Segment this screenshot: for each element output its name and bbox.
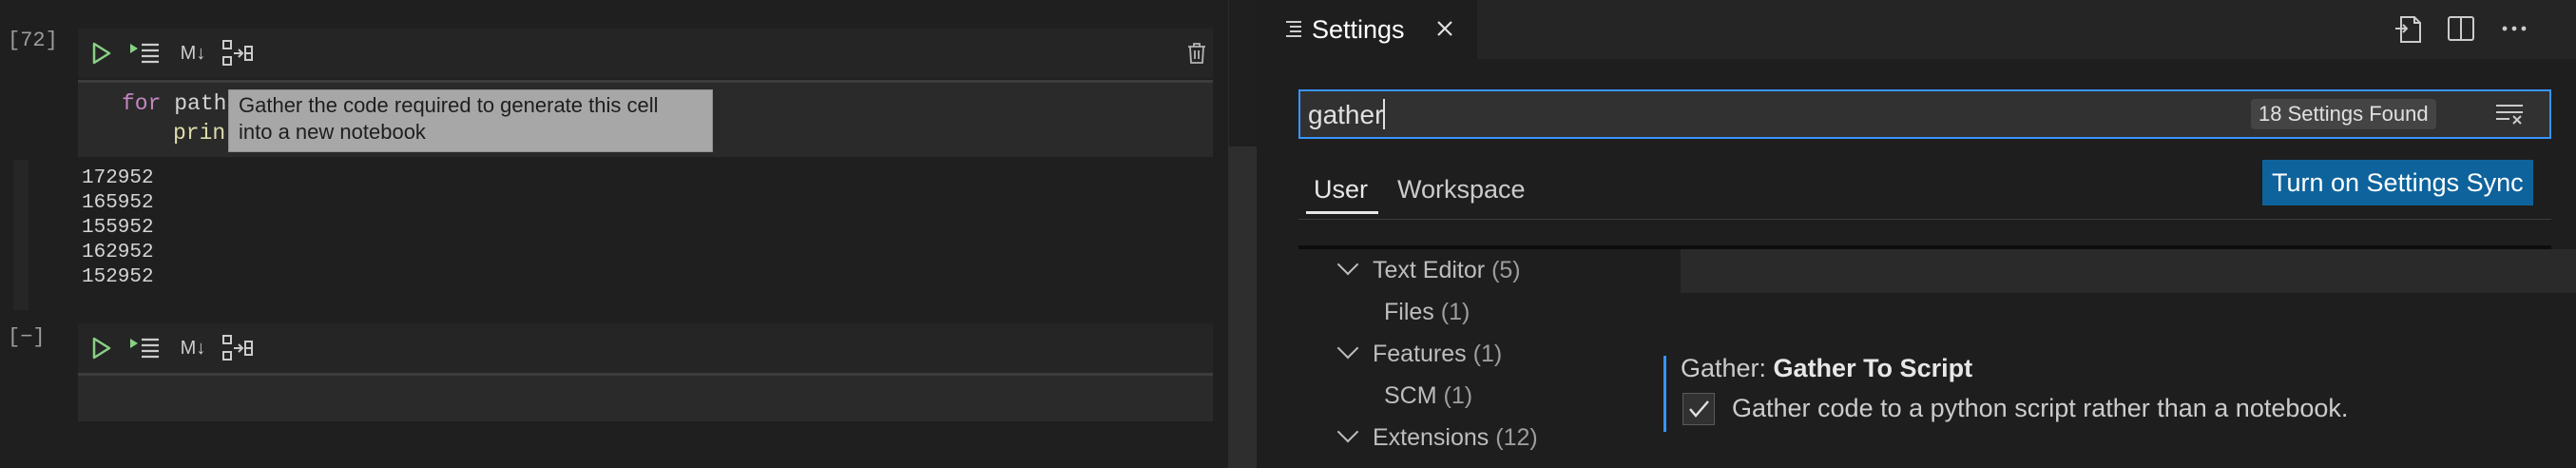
trash-icon[interactable]	[1182, 40, 1211, 67]
settings-list-header-bar	[1681, 249, 2576, 293]
settings-search-input[interactable]: gather 18 Settings Found	[1298, 89, 2551, 139]
chevron-down-icon	[1336, 420, 1359, 443]
setting-description: Gather code to a python script rather th…	[1732, 394, 2349, 422]
code-line-1: for path	[122, 91, 227, 116]
tab-workspace[interactable]: Workspace	[1397, 175, 1526, 205]
setting-focus-indicator	[1663, 356, 1666, 432]
settings-found-badge: 18 Settings Found	[2251, 99, 2436, 129]
toc-item-features[interactable]: Features (1)	[1336, 337, 1502, 368]
tab-settings[interactable]: Settings	[1257, 0, 1477, 59]
code-editor[interactable]	[78, 373, 1213, 421]
cell-toolbar: M↓	[78, 323, 1213, 373]
cell-toolbar: M↓	[78, 29, 1213, 78]
gather-icon[interactable]	[221, 335, 255, 361]
output-collapse-bar[interactable]	[13, 160, 29, 310]
scrollbar-thumb[interactable]	[1228, 146, 1257, 468]
close-icon[interactable]	[1435, 19, 1454, 43]
output-line: 155952	[82, 217, 154, 239]
toc-item-files[interactable]: Files (1)	[1384, 299, 1470, 326]
chevron-down-icon	[1336, 253, 1359, 276]
run-by-line-icon[interactable]	[127, 335, 162, 361]
settings-list-icon	[1285, 19, 1302, 43]
clear-search-icon[interactable]	[2494, 103, 2525, 130]
setting-title: Gather: Gather To Script	[1681, 354, 1973, 382]
split-editor-icon[interactable]	[2447, 15, 2475, 47]
output-line: 162952	[82, 242, 154, 263]
divider	[1298, 219, 2551, 220]
output-line: 172952	[82, 167, 154, 189]
code-line-2: prin	[173, 121, 226, 146]
tooltip-line-1: Gather the code required to generate thi…	[239, 93, 659, 117]
tooltip-line-2: into a new notebook	[239, 120, 426, 144]
gather-to-script-checkbox[interactable]	[1682, 393, 1715, 425]
execution-count: [−]	[8, 325, 46, 349]
open-settings-json-icon[interactable]	[2393, 15, 2424, 49]
execution-count: [72]	[8, 29, 58, 52]
toc-item-text-editor[interactable]: Text Editor (5)	[1336, 253, 1521, 284]
markdown-icon[interactable]: M↓	[177, 40, 209, 67]
cell-output: 172952 165952 155952 162952 152952	[78, 160, 1213, 310]
gather-tooltip: Gather the code required to generate thi…	[228, 89, 713, 152]
output-line: 165952	[82, 192, 154, 214]
toc-item-scm[interactable]: SCM (1)	[1384, 382, 1472, 410]
output-line: 152952	[82, 266, 154, 288]
chevron-down-icon	[1336, 337, 1359, 360]
run-by-line-icon[interactable]	[127, 40, 162, 67]
run-cell-icon[interactable]	[87, 40, 116, 67]
notebook-pane: [72] M↓ for path prin Gather the code re…	[0, 0, 1258, 468]
settings-pane: Settings gather 18 Settings Found User W…	[1257, 0, 2576, 468]
turn-on-settings-sync-button[interactable]: Turn on Settings Sync	[2262, 160, 2533, 205]
markdown-icon[interactable]: M↓	[177, 335, 209, 361]
more-actions-icon[interactable]	[2500, 15, 2528, 47]
text-cursor	[1383, 99, 1385, 129]
tab-title: Settings	[1312, 15, 1405, 44]
editor-tab-bar: Settings	[1257, 0, 2576, 59]
tab-user[interactable]: User	[1314, 175, 1368, 205]
toc-item-extensions[interactable]: Extensions (12)	[1336, 420, 1538, 452]
run-cell-icon[interactable]	[87, 335, 116, 361]
check-icon	[1689, 400, 1709, 418]
gather-icon[interactable]	[221, 40, 255, 67]
active-tab-underline	[1306, 211, 1378, 214]
search-value: gather	[1308, 100, 1384, 129]
